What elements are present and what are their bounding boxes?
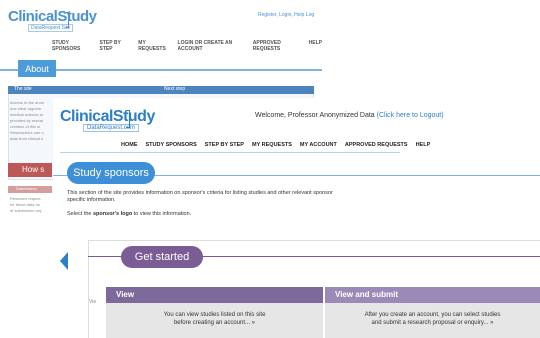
back-about-line: data from clinical s [10, 136, 44, 141]
back-nav-study-sponsors[interactable]: STUDY SPONSORS [52, 40, 90, 52]
nav-approved-requests[interactable]: APPROVED REQUESTS [345, 142, 408, 148]
view-header[interactable]: View [106, 287, 323, 303]
instruction-text: Select the sponsor's logo to view this i… [67, 211, 191, 217]
back-how-heading: How s [8, 163, 52, 177]
back-panel-head-right: Next step [164, 86, 186, 92]
back-submission-line: of submission req [10, 208, 42, 213]
instruction-prefix: Select the [67, 211, 93, 217]
chevron-left-icon[interactable] [60, 252, 68, 270]
back-logo[interactable]: ClinicalStudy [8, 8, 97, 25]
nav-help[interactable]: HELP [416, 142, 431, 148]
screenshot-root: ClinicalStudy DataRequest Site Register,… [0, 0, 540, 338]
back-panel-head-left: The site [14, 86, 32, 92]
nav-my-requests[interactable]: MY REQUESTS [252, 142, 292, 148]
logout-link[interactable]: (Click here to Logout) [377, 112, 444, 119]
foreground-page: ClinicalStudy DataRequest.com Welcome, P… [53, 98, 540, 338]
intro-line: specific information. [67, 197, 116, 203]
view-panel[interactable]: You can view studies listed on this site… [106, 303, 323, 338]
back-login-link[interactable]: Register, Login, Help Log [258, 12, 314, 18]
side-label: Vie [89, 299, 97, 305]
back-nav-approved[interactable]: APPROVED REQUESTS [253, 40, 299, 52]
nav-my-account[interactable]: MY ACCOUNT [300, 142, 337, 148]
back-nav: STUDY SPONSORS STEP BY STEP MY REQUESTS … [52, 40, 322, 52]
nav-divider [60, 152, 400, 153]
view-submit-panel[interactable]: After you create an account, you can sel… [325, 303, 540, 338]
nav-step-by-step[interactable]: STEP BY STEP [205, 142, 244, 148]
back-logo-bracket [66, 12, 69, 28]
back-nav-login[interactable]: LOGIN OR CREATE AN ACCOUNT [178, 40, 243, 52]
back-nav-my-requests[interactable]: MY REQUESTS [138, 40, 167, 52]
intro-text: This section of the site provides inform… [67, 190, 427, 204]
view-submit-line: After you create an account, you can sel… [364, 312, 501, 318]
get-started-heading: Get started [121, 246, 203, 268]
back-submission-text: Research reques for these data ne of sub… [10, 196, 50, 214]
back-about-heading: About [18, 60, 56, 77]
main-nav: HOME STUDY SPONSORS STEP BY STEP MY REQU… [121, 142, 430, 148]
view-description: You can view studies listed on this site… [106, 311, 323, 327]
view-line[interactable]: before creating an account... » [106, 319, 323, 327]
welcome-message: Welcome, Professor Anonymized Data (Clic… [255, 112, 444, 119]
study-sponsors-heading: Study sponsors [67, 162, 155, 184]
instruction-bold: sponsor's logo [93, 211, 133, 217]
view-submit-header[interactable]: View and submit [325, 287, 540, 303]
view-line: You can view studies listed on this site [163, 312, 266, 318]
view-submit-description: After you create an account, you can sel… [325, 311, 540, 327]
back-panel-header: The site Next step [8, 86, 314, 94]
back-submission-bar: Submission [8, 186, 52, 193]
site-logo-bracket [126, 110, 130, 128]
view-submit-line[interactable]: and submit a research proposal or enquir… [325, 319, 540, 327]
site-logo-subtitle: DataRequest.com [83, 124, 140, 132]
back-submission-label: Submission [16, 186, 37, 191]
back-nav-help[interactable]: HELP [309, 40, 322, 52]
intro-line: This section of the site provides inform… [67, 190, 333, 196]
nav-study-sponsors[interactable]: STUDY SPONSORS [146, 142, 197, 148]
welcome-text: Welcome, Professor Anonymized Data [255, 112, 375, 119]
back-nav-step-by-step[interactable]: STEP BY STEP [100, 40, 129, 52]
back-about-text: Access to the anon one clear opportu med… [10, 100, 50, 142]
instruction-suffix: to view this information. [132, 211, 192, 217]
nav-home[interactable]: HOME [121, 142, 138, 148]
